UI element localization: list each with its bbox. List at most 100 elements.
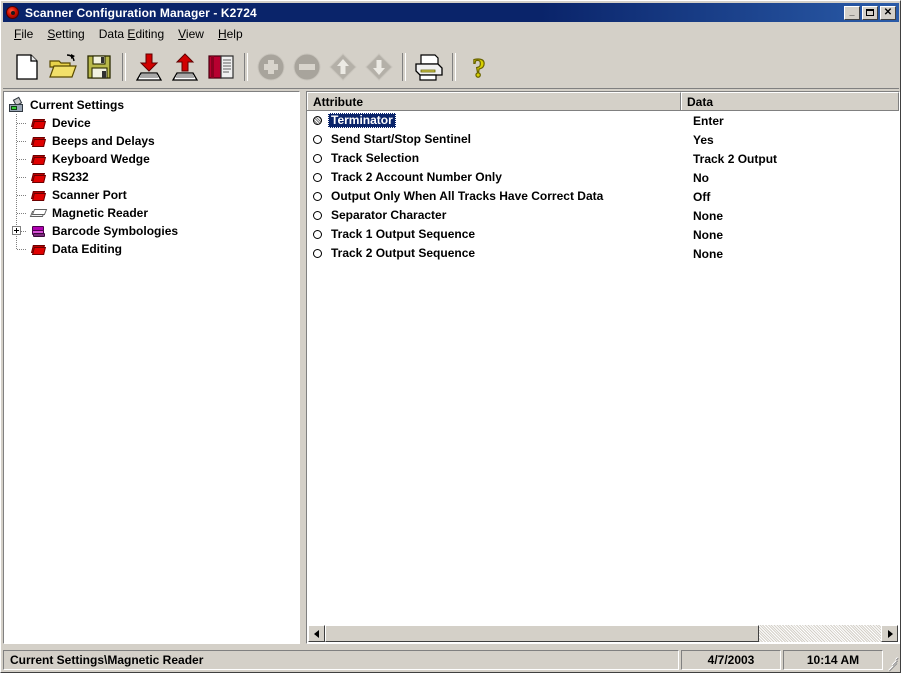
- tree-node-rs232[interactable]: RS232: [8, 168, 299, 186]
- cell-data: Track 2 Output: [693, 151, 778, 166]
- red-book-icon: [30, 116, 47, 131]
- scroll-right-button[interactable]: [881, 625, 898, 642]
- scrollbar-track[interactable]: [325, 625, 881, 642]
- attributes-list-panel[interactable]: Attribute Data Terminator Enter Send Sta…: [306, 91, 900, 644]
- minimize-icon: _: [849, 6, 855, 17]
- column-header-attribute[interactable]: Attribute: [307, 92, 681, 110]
- cell-data: None: [693, 246, 723, 261]
- table-row[interactable]: Send Start/Stop Sentinel Yes: [307, 130, 899, 149]
- row-radio-icon[interactable]: [313, 135, 322, 144]
- table-row[interactable]: Output Only When All Tracks Have Correct…: [307, 187, 899, 206]
- cell-attribute: Track Selection: [331, 151, 420, 165]
- list-body: Terminator Enter Send Start/Stop Sentine…: [307, 111, 899, 263]
- row-radio-icon[interactable]: [313, 192, 322, 201]
- cell-data: Off: [693, 189, 711, 204]
- window-controls: _ ✕: [844, 5, 896, 20]
- menu-help[interactable]: Help: [211, 25, 250, 43]
- table-row[interactable]: Terminator Enter: [307, 111, 899, 130]
- menu-file-label-rest: ile: [21, 26, 34, 41]
- cell-data: None: [693, 227, 723, 242]
- menu-data-editing-part1: Data: [98, 26, 128, 41]
- table-row[interactable]: Track 1 Output Sequence None: [307, 225, 899, 244]
- chevron-left-icon: [313, 629, 319, 638]
- svg-text:?: ?: [472, 53, 486, 82]
- table-row[interactable]: Track 2 Account Number Only No: [307, 168, 899, 187]
- download-to-scanner-icon[interactable]: [131, 49, 167, 85]
- settings-tree-panel[interactable]: Current Settings Device Beeps and Delays…: [3, 91, 300, 644]
- chevron-right-icon: [887, 629, 893, 638]
- upload-from-scanner-icon[interactable]: [167, 49, 203, 85]
- scroll-left-button[interactable]: [308, 625, 325, 642]
- cell-attribute: Track 2 Account Number Only: [331, 170, 502, 184]
- column-header-data[interactable]: Data: [681, 92, 899, 110]
- table-row[interactable]: Track 2 Output Sequence None: [307, 244, 899, 263]
- menu-view[interactable]: View: [171, 25, 211, 43]
- tree-node-device[interactable]: Device: [8, 114, 299, 132]
- table-row[interactable]: Track Selection Track 2 Output: [307, 149, 899, 168]
- tree-node-barcode-symbologies[interactable]: Barcode Symbologies: [8, 222, 299, 240]
- tree-node-keyboard-wedge[interactable]: Keyboard Wedge: [8, 150, 299, 168]
- cell-attribute: Output Only When All Tracks Have Correct…: [331, 189, 604, 203]
- toolbar-separator-4: [452, 52, 456, 81]
- barcode-manual-icon[interactable]: [203, 49, 239, 85]
- row-radio-icon[interactable]: [313, 173, 322, 182]
- table-row[interactable]: Separator Character None: [307, 206, 899, 225]
- move-up-icon: [325, 49, 361, 85]
- row-radio-icon[interactable]: [313, 211, 322, 220]
- magnetic-card-icon: [29, 206, 48, 221]
- scanner-disc-icon: [5, 5, 21, 21]
- save-disk-icon[interactable]: [81, 49, 117, 85]
- menu-data-editing-part2: diting: [135, 26, 165, 41]
- floppy-disk-glyph: [86, 54, 111, 79]
- resize-grip-icon[interactable]: [883, 650, 899, 671]
- horizontal-scrollbar[interactable]: [308, 625, 898, 642]
- row-radio-icon[interactable]: [313, 154, 322, 163]
- add-plus-glyph: [257, 53, 285, 80]
- tree-node-data-editing[interactable]: Data Editing: [8, 240, 299, 258]
- row-radio-icon[interactable]: [313, 116, 322, 125]
- new-document-glyph: [16, 53, 38, 80]
- tree-node-scanner-port[interactable]: Scanner Port: [8, 186, 299, 204]
- red-book-icon: [30, 152, 47, 167]
- red-book-icon: [30, 134, 47, 149]
- red-book-icon: [30, 242, 47, 257]
- new-icon[interactable]: [9, 49, 45, 85]
- cell-attribute: Track 2 Output Sequence: [331, 246, 476, 260]
- tree-node-current-settings[interactable]: Current Settings: [8, 96, 299, 114]
- maximize-icon: [866, 8, 874, 16]
- close-button[interactable]: ✕: [880, 5, 896, 20]
- remove-minus-glyph: [293, 53, 321, 80]
- help-icon[interactable]: ?: [461, 49, 497, 85]
- open-folder-icon[interactable]: [45, 49, 81, 85]
- settings-tree: Current Settings Device Beeps and Delays…: [4, 92, 299, 258]
- scrollbar-thumb[interactable]: [325, 625, 759, 642]
- maximize-button[interactable]: [862, 5, 878, 20]
- tree-node-label: RS232: [52, 170, 89, 184]
- row-radio-icon[interactable]: [313, 230, 322, 239]
- application-window: Scanner Configuration Manager - K2724 _ …: [0, 0, 901, 673]
- tree-node-label: Data Editing: [52, 242, 123, 256]
- row-radio-icon[interactable]: [313, 249, 322, 258]
- list-header: Attribute Data: [307, 92, 899, 111]
- close-icon: ✕: [883, 6, 893, 18]
- menu-setting[interactable]: Setting: [40, 25, 91, 43]
- menu-file[interactable]: File: [7, 25, 40, 43]
- tree-node-magnetic-reader[interactable]: Magnetic Reader: [8, 204, 299, 222]
- move-down-arrow-glyph: [365, 52, 393, 81]
- question-mark-glyph: ?: [472, 52, 487, 82]
- toolbar-separator-1: [122, 52, 126, 81]
- cell-data: None: [693, 208, 723, 223]
- minimize-button[interactable]: _: [844, 5, 860, 20]
- toolbar-separator-2: [244, 52, 248, 81]
- menu-data-editing[interactable]: Data Editing: [92, 25, 171, 43]
- purple-books-icon: [30, 224, 47, 239]
- menu-view-label-rest: iew: [185, 26, 204, 41]
- cell-attribute: Separator Character: [331, 208, 447, 222]
- tree-node-beeps-and-delays[interactable]: Beeps and Delays: [8, 132, 299, 150]
- expand-barcode-symbologies-icon[interactable]: [12, 226, 21, 235]
- toolbar-separator-3: [402, 52, 406, 81]
- cell-attribute: Send Start/Stop Sentinel: [331, 132, 472, 146]
- menu-bar: File Setting Data Editing View Help: [3, 24, 899, 43]
- print-icon[interactable]: [411, 49, 447, 85]
- tree-node-label: Scanner Port: [52, 188, 127, 202]
